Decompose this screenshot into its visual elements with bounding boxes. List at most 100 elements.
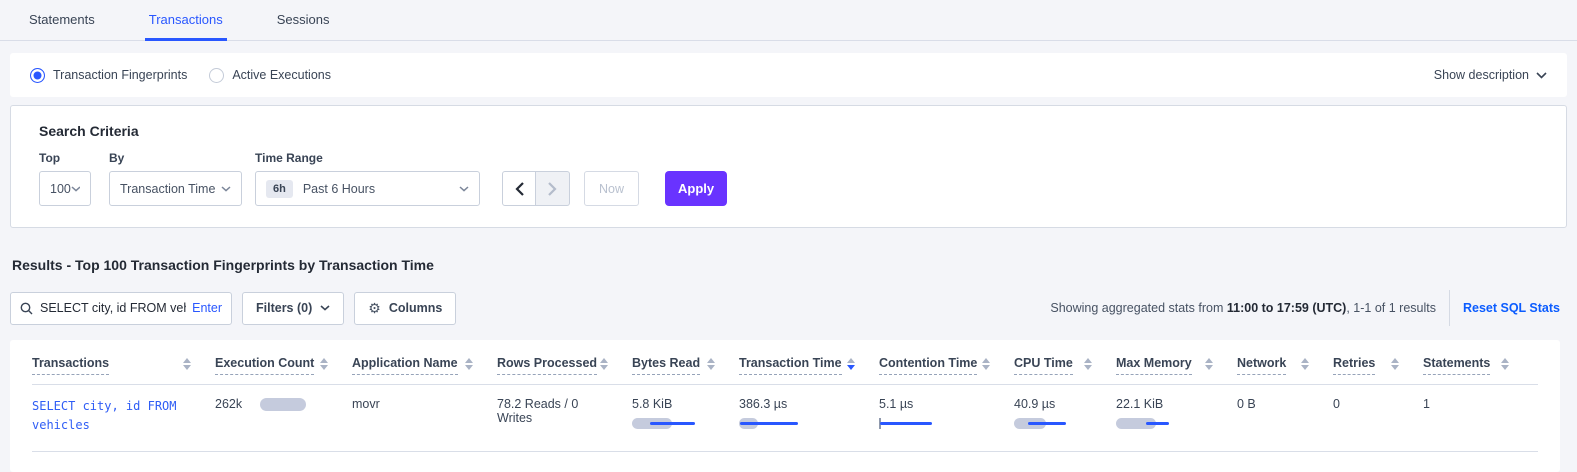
sort-icon[interactable] [183,358,191,370]
contention-time-bar [879,418,990,430]
col-header-bytes-read[interactable]: Bytes Read [632,356,739,375]
results-controls-row: Enter Filters (0) ⚙ Columns Showing aggr… [10,290,1567,326]
col-header-max-memory[interactable]: Max Memory [1116,356,1237,375]
columns-button[interactable]: ⚙ Columns [354,292,456,325]
cell-cpu-time: 40.9 µs [1014,397,1116,442]
col-header-cpu-time[interactable]: CPU Time [1014,356,1116,375]
time-range-field: Time Range 6h Past 6 Hours [255,151,480,206]
show-description-toggle[interactable]: Show description [1434,68,1547,82]
col-header-contention-time[interactable]: Contention Time [879,356,1014,375]
transactions-table: Transactions Execution Count Application… [10,340,1560,472]
columns-label: Columns [389,301,442,315]
filters-button[interactable]: Filters (0) [242,292,344,325]
by-select-value: Transaction Time [120,182,221,196]
cell-rows-processed: 78.2 Reads / 0 Writes [497,397,632,442]
chevron-down-icon [221,186,231,192]
sql-activity-tabbar: Statements Transactions Sessions [0,0,1577,41]
chevron-down-icon [320,305,330,311]
previous-time-window-button[interactable] [502,171,536,206]
execution-count-bar [260,398,306,411]
top-select[interactable]: 100 [39,171,91,206]
cell-network: 0 B [1237,397,1333,442]
radio-label: Transaction Fingerprints [53,68,187,82]
table-row: SELECT city, id FROM vehicles 262k movr … [32,385,1560,442]
aggregated-stats-note: Showing aggregated stats from 11:00 to 1… [1050,301,1436,315]
table-row-divider [32,451,1538,452]
cell-execution-count: 262k [215,397,352,442]
search-enter-button[interactable]: Enter [186,301,222,315]
time-range-badge: 6h [266,180,293,198]
col-header-transaction-time[interactable]: Transaction Time [739,356,879,375]
sort-icon[interactable] [1084,358,1092,370]
time-nav-buttons [502,171,570,206]
search-criteria-card: Search Criteria Top 100 By Transaction T… [10,105,1567,228]
col-header-application-name[interactable]: Application Name [352,356,497,375]
radio-unselected-icon [209,68,224,83]
filters-label: Filters (0) [256,301,312,315]
time-range-select[interactable]: 6h Past 6 Hours [255,171,480,206]
sort-icon[interactable] [982,358,990,370]
cell-statements: 1 [1423,397,1533,442]
cell-transaction: SELECT city, id FROM vehicles [32,397,215,442]
col-header-rows-processed[interactable]: Rows Processed [497,356,632,375]
search-icon [20,302,33,315]
cell-contention-time: 5.1 µs [879,397,1014,442]
radio-active-executions[interactable]: Active Executions [209,68,331,83]
sort-icon[interactable] [1301,358,1309,370]
radio-label: Active Executions [232,68,331,82]
time-range-label: Time Range [255,151,480,165]
cell-application-name: movr [352,397,497,442]
search-criteria-controls: Top 100 By Transaction Time Time Range 6… [39,151,1538,206]
sort-icon[interactable] [707,358,715,370]
chevron-down-icon [459,186,469,192]
sort-icon[interactable] [1391,358,1399,370]
reset-sql-stats-link[interactable]: Reset SQL Stats [1463,301,1560,315]
cell-max-memory: 22.1 KiB [1116,397,1237,442]
sort-icon[interactable] [1205,358,1213,370]
stats-time-range: 11:00 to 17:59 (UTC) [1227,301,1346,315]
radio-selected-icon [30,68,45,83]
apply-button[interactable]: Apply [665,171,727,206]
chevron-down-icon [1536,72,1547,79]
time-range-value: Past 6 Hours [303,182,459,196]
top-field: Top 100 [39,151,91,206]
results-title: Results - Top 100 Transaction Fingerprin… [12,257,1577,273]
col-header-execution-count[interactable]: Execution Count [215,356,352,375]
col-header-statements[interactable]: Statements [1423,356,1533,375]
col-header-transactions[interactable]: Transactions [32,356,215,375]
tab-sessions[interactable]: Sessions [273,0,334,41]
transaction-fingerprint-link[interactable]: SELECT city, id FROM vehicles [32,399,177,432]
cell-bytes-read: 5.8 KiB [632,397,739,442]
search-box[interactable]: Enter [10,292,232,325]
max-memory-bar [1116,418,1213,430]
search-input[interactable] [40,301,186,315]
cell-transaction-time: 386.3 µs [739,397,879,442]
col-header-retries[interactable]: Retries [1333,356,1423,375]
radio-transaction-fingerprints[interactable]: Transaction Fingerprints [30,68,187,83]
sort-icon[interactable] [320,358,328,370]
next-time-window-button[interactable] [536,171,570,206]
now-button[interactable]: Now [584,171,639,206]
table-header-row: Transactions Execution Count Application… [32,356,1560,375]
sort-icon-active-desc[interactable] [847,358,855,370]
divider [1449,290,1450,326]
tab-transactions[interactable]: Transactions [145,0,227,41]
show-description-label: Show description [1434,68,1529,82]
tab-statements[interactable]: Statements [25,0,99,41]
chevron-down-icon [71,186,80,192]
sort-icon[interactable] [465,358,473,370]
gear-icon: ⚙ [368,300,381,317]
search-criteria-title: Search Criteria [39,123,1538,139]
chevron-right-icon [548,182,557,196]
top-label: Top [39,151,91,165]
by-label: By [109,151,242,165]
transaction-time-bar [739,418,855,430]
sort-icon[interactable] [1501,358,1509,370]
by-field: By Transaction Time [109,151,242,206]
sort-icon[interactable] [600,358,608,370]
view-toggle-card: Transaction Fingerprints Active Executio… [10,53,1567,97]
cpu-time-bar [1014,418,1092,430]
col-header-network[interactable]: Network [1237,356,1333,375]
chevron-left-icon [515,182,524,196]
by-select[interactable]: Transaction Time [109,171,242,206]
